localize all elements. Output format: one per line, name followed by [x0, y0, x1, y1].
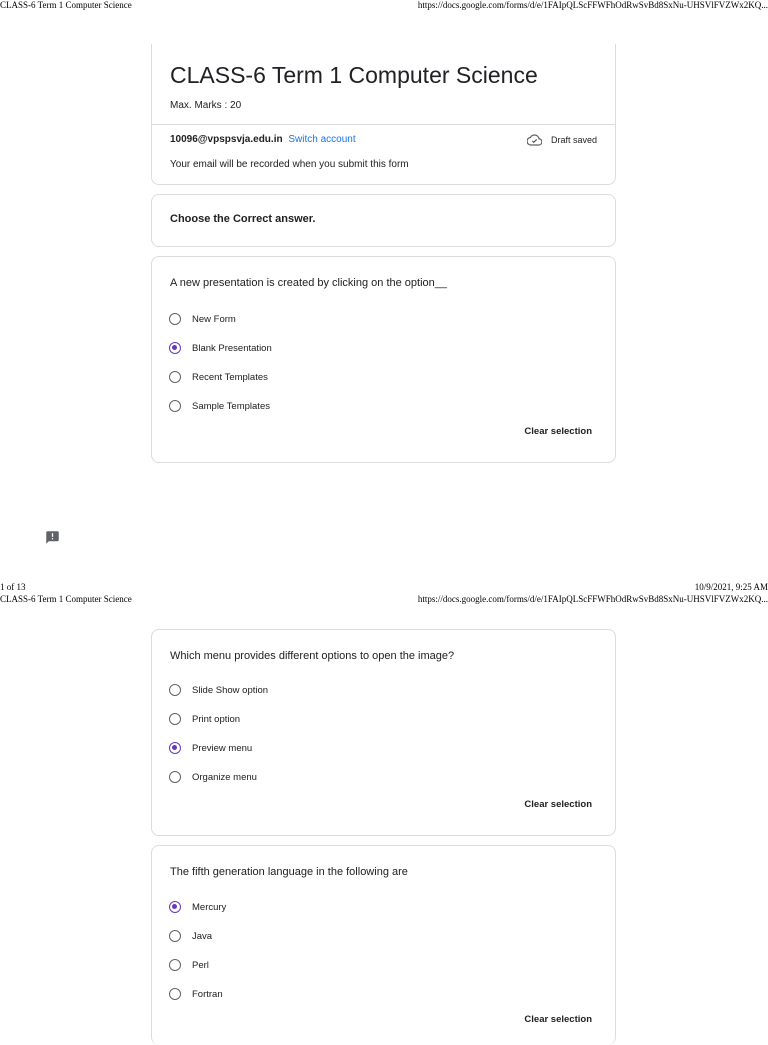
option-preview-menu[interactable]: Preview menu — [169, 740, 252, 756]
option-java[interactable]: Java — [169, 928, 212, 944]
option-fortran[interactable]: Fortran — [169, 986, 223, 1002]
page-number: 1 of 13 — [0, 582, 26, 592]
option-label: Slide Show option — [192, 684, 269, 696]
option-label: Java — [192, 930, 213, 942]
section-title: Choose the Correct answer. — [170, 213, 316, 225]
option-label: Sample Templates — [192, 400, 270, 412]
question-text: Which menu provides different options to… — [170, 650, 455, 662]
question-card: Which menu provides different options to… — [151, 629, 616, 836]
print-header: CLASS-6 Term 1 Computer Science https://… — [0, 0, 768, 12]
radio-button-selected[interactable] — [169, 901, 181, 913]
print-footer: 1 of 13 10/9/2021, 9:25 AM — [0, 582, 768, 594]
option-organize-menu[interactable]: Organize menu — [169, 769, 257, 785]
radio-button[interactable] — [169, 684, 181, 696]
option-new-form[interactable]: New Form — [169, 311, 236, 327]
print-header-title: CLASS-6 Term 1 Computer Science — [0, 594, 132, 604]
option-label: Blank Presentation — [192, 342, 272, 354]
option-label: Fortran — [192, 988, 223, 1000]
section-header-card: Choose the Correct answer. — [151, 194, 616, 247]
print-header-url: https://docs.google.com/forms/d/e/1FAIpQ… — [417, 594, 768, 604]
question-text: A new presentation is created by clickin… — [170, 277, 448, 289]
question-text: The fifth generation language in the fol… — [170, 866, 408, 878]
radio-button[interactable] — [169, 959, 181, 971]
option-blank-presentation[interactable]: Blank Presentation — [169, 340, 272, 356]
option-label: Print option — [192, 713, 241, 725]
question-card: A new presentation is created by clickin… — [151, 256, 616, 463]
radio-button[interactable] — [169, 313, 181, 325]
option-print[interactable]: Print option — [169, 711, 240, 727]
radio-button[interactable] — [169, 988, 181, 1000]
draft-status-label: Draft saved — [550, 135, 597, 145]
option-label: Perl — [192, 959, 209, 971]
radio-button[interactable] — [169, 930, 181, 942]
form-description: Max. Marks : 20 — [170, 100, 242, 111]
print-timestamp: 10/9/2021, 9:25 AM — [694, 582, 768, 592]
report-feedback-icon[interactable] — [45, 530, 60, 550]
form-title: CLASS-6 Term 1 Computer Science — [170, 62, 538, 88]
radio-button[interactable] — [169, 771, 181, 783]
radio-button[interactable] — [169, 713, 181, 725]
clear-selection-button[interactable]: Clear selection — [524, 1014, 592, 1025]
account-row: 10096@vpspsvja.edu.in Switch account — [170, 134, 356, 145]
option-label: Recent Templates — [192, 371, 268, 383]
option-label: Preview menu — [192, 742, 253, 754]
clear-selection-button[interactable]: Clear selection — [524, 426, 592, 437]
option-label: New Form — [192, 313, 236, 325]
radio-button-selected[interactable] — [169, 742, 181, 754]
option-sample-templates[interactable]: Sample Templates — [169, 398, 270, 414]
question-card: The fifth generation language in the fol… — [151, 845, 616, 1045]
print-header-title: CLASS-6 Term 1 Computer Science — [0, 0, 132, 10]
clear-selection-button[interactable]: Clear selection — [524, 799, 592, 810]
cloud-check-icon — [526, 134, 542, 146]
radio-button[interactable] — [169, 400, 181, 412]
option-slide-show[interactable]: Slide Show option — [169, 682, 268, 698]
option-label: Mercury — [192, 901, 227, 913]
print-header: CLASS-6 Term 1 Computer Science https://… — [0, 594, 768, 606]
option-perl[interactable]: Perl — [169, 957, 209, 973]
switch-account-link[interactable]: Switch account — [288, 134, 355, 145]
email-notice: Your email will be recorded when you sub… — [170, 159, 409, 170]
account-email: 10096@vpspsvja.edu.in — [170, 134, 283, 145]
divider — [152, 124, 615, 125]
option-mercury[interactable]: Mercury — [169, 899, 226, 915]
draft-status: Draft saved — [526, 134, 597, 146]
radio-button[interactable] — [169, 371, 181, 383]
print-header-url: https://docs.google.com/forms/d/e/1FAIpQ… — [417, 0, 768, 10]
form-header-card: CLASS-6 Term 1 Computer Science Max. Mar… — [151, 44, 616, 185]
option-label: Organize menu — [192, 771, 257, 783]
radio-button-selected[interactable] — [169, 342, 181, 354]
option-recent-templates[interactable]: Recent Templates — [169, 369, 268, 385]
